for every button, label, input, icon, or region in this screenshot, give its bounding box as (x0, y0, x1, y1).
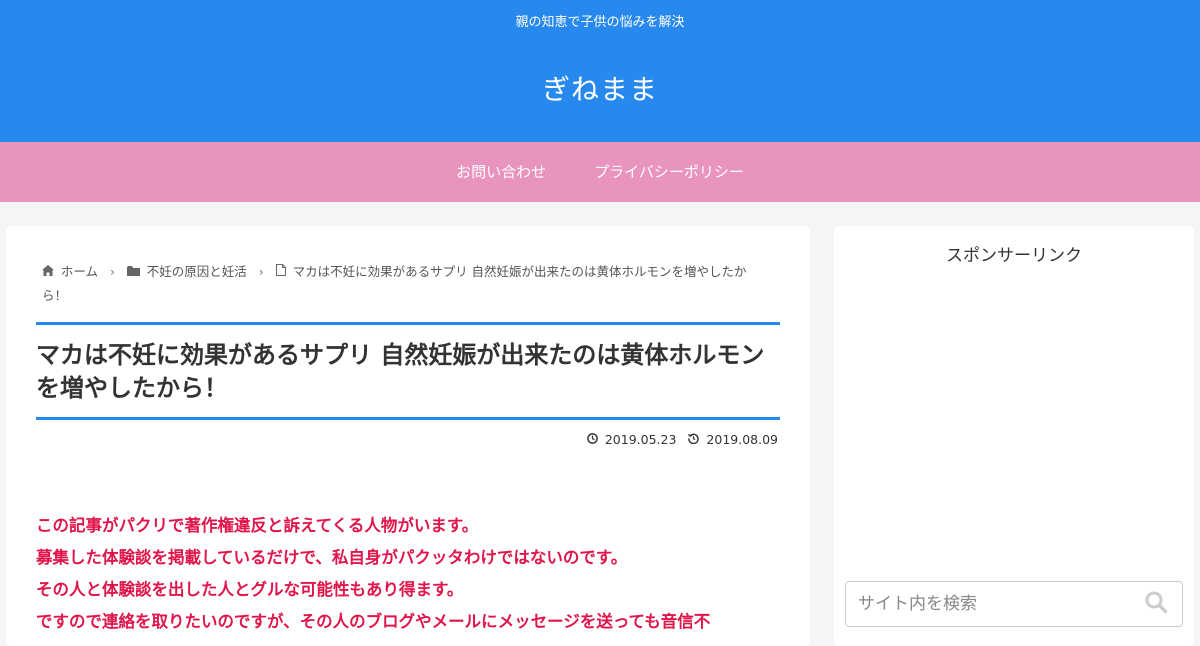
global-nav: お問い合わせ プライバシーポリシー (0, 142, 1200, 202)
published-date: 2019.05.23 (587, 432, 677, 447)
article-paragraph: ですので連絡を取りたいのですが、その人のブログやメールにメッセージを送っても音信… (36, 612, 711, 631)
main-content: ホーム › 不妊の原因と妊活 › マカは不妊に効果があるサプリ 自然妊娠が出来た… (6, 226, 810, 646)
article-paragraph: この記事がパクリで著作権違反と訴えてくる人物がいます。 (36, 516, 479, 535)
nav-item-contact[interactable]: お問い合わせ (432, 142, 570, 202)
file-icon (275, 264, 290, 279)
search-button[interactable] (1144, 590, 1172, 618)
clock-icon (587, 432, 602, 447)
site-title[interactable]: ぎねまま (0, 68, 1200, 108)
history-icon (688, 432, 703, 447)
sidebar: スポンサーリンク (834, 226, 1194, 646)
search-input[interactable] (846, 582, 1136, 626)
sponsor-link-title: スポンサーリンク (946, 246, 1082, 266)
site-tagline: 親の知恵で子供の悩みを解決 (515, 15, 685, 30)
breadcrumb-home[interactable]: ホーム (42, 264, 102, 279)
breadcrumb: ホーム › 不妊の原因と妊活 › マカは不妊に効果があるサプリ 自然妊娠が出来た… (42, 260, 766, 308)
article-paragraph: 募集した体験談を掲載しているだけで、私自身がパクッタわけではないのです。 (36, 548, 628, 567)
folder-icon (126, 265, 144, 279)
chevron-right-icon: › (109, 264, 115, 279)
breadcrumb-category-label: 不妊の原因と妊活 (146, 264, 247, 279)
article-paragraph: その人と体験談を出した人とグルな可能性もあり得ます。 (36, 580, 464, 599)
nav-item-privacy-policy[interactable]: プライバシーポリシー (570, 142, 768, 202)
updated-date-value: 2019.08.09 (706, 432, 778, 447)
published-date-value: 2019.05.23 (604, 432, 677, 447)
updated-date: 2019.08.09 (688, 432, 778, 447)
home-icon (42, 265, 58, 279)
chevron-right-icon: › (258, 264, 264, 279)
article-title: マカは不妊に効果があるサプリ 自然妊娠が出来たのは黄体ホルモンを増やしたから！ (36, 322, 780, 420)
article-dates: 2019.05.23 2019.08.09 (587, 432, 778, 447)
breadcrumb-home-label: ホーム (60, 264, 98, 279)
search-icon (1144, 591, 1168, 618)
site-header: 親の知恵で子供の悩みを解決 ぎねまま (0, 0, 1200, 142)
article-body: この記事がパクリで著作権違反と訴えてくる人物がいます。 募集した体験談を掲載して… (36, 510, 780, 638)
breadcrumb-category[interactable]: 不妊の原因と妊活 (123, 264, 251, 279)
search-form (845, 581, 1183, 627)
